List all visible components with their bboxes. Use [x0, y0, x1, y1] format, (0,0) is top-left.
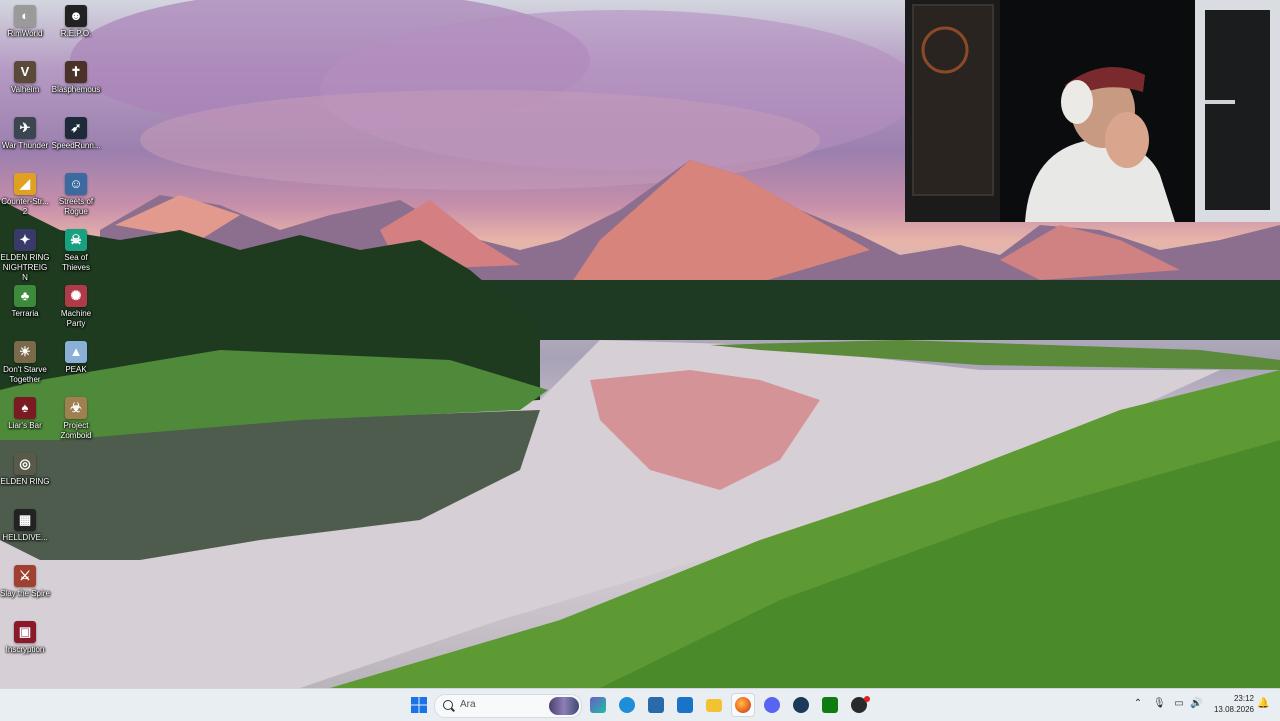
project-zomboid-icon: ☣: [65, 397, 87, 419]
desktop-icon-liars-bar[interactable]: ♠ Liar's Bar: [0, 394, 50, 431]
discord-icon: [764, 697, 780, 713]
elden-ring-icon: ◎: [14, 453, 36, 475]
taskbar-app-file-explorer[interactable]: [702, 693, 726, 717]
streets-of-rogue-icon: ☺: [65, 173, 87, 195]
desktop-icon-sea-of-thieves[interactable]: ☠ Sea of Thieves: [51, 226, 101, 273]
file-explorer-icon: [706, 699, 722, 712]
counter-strike-icon: ◢: [14, 173, 36, 195]
taskbar-search-box[interactable]: Ara: [434, 694, 582, 718]
taskbar-app-store[interactable]: [644, 693, 668, 717]
recording-badge: [864, 696, 870, 702]
speedrunners-icon: ➶: [65, 117, 87, 139]
search-icon: [443, 700, 453, 710]
dont-starve-icon: ☀: [14, 341, 36, 363]
clock-date: 13.08.2026: [1213, 705, 1254, 714]
edge-icon: [619, 697, 635, 713]
windows-start-icon: [411, 697, 427, 713]
taskbar: Ara ⌃ 🎙 ▭ 🔊 23:12 13.08.2026 🔔: [0, 688, 1280, 721]
store-icon: [648, 697, 664, 713]
volume-icon[interactable]: 🔊: [1190, 698, 1202, 710]
taskbar-app-outlook[interactable]: [673, 693, 697, 717]
desktop-icon-elden-ring[interactable]: ◎ ELDEN RING: [0, 450, 50, 487]
microphone-icon[interactable]: 🎙: [1153, 698, 1166, 710]
desktop-icon-nightreign[interactable]: ✦ ELDEN RING NIGHTREIGN: [0, 226, 50, 283]
desktop-icon-valheim[interactable]: V Valheim: [0, 58, 50, 95]
desktop-icon-machine-party[interactable]: ✺ Machine Party: [51, 282, 101, 329]
taskbar-clock[interactable]: 23:12 13.08.2026: [1208, 693, 1254, 715]
desktop-icon-counter-strike[interactable]: ◢ Counter-Str... 2: [0, 170, 50, 217]
desktop-icon-blasphemous[interactable]: ✝ Blasphemous: [51, 58, 101, 95]
slay-the-spire-icon: ⚔: [14, 565, 36, 587]
inscryption-icon: ▣: [14, 621, 36, 643]
desktop-icon-project-zomboid[interactable]: ☣ Project Zomboid: [51, 394, 101, 441]
nightreign-icon: ✦: [14, 229, 36, 251]
repo-icon: ☻: [65, 5, 87, 27]
desktop-icon-dont-starve[interactable]: ☀ Don't Starve Together: [0, 338, 50, 385]
taskbar-app-discord[interactable]: [760, 693, 784, 717]
desktop-icon-helldivers[interactable]: ▦ HELLDIVE...: [0, 506, 50, 543]
desktop-icon-terraria[interactable]: ♣ Terraria: [0, 282, 50, 319]
taskbar-app-edge[interactable]: [615, 693, 639, 717]
clock-time: 23:12: [1233, 694, 1254, 703]
machine-party-icon: ✺: [65, 285, 87, 307]
peak-icon: ▲: [65, 341, 87, 363]
chevron-up-icon[interactable]: ⌃: [1132, 698, 1144, 710]
start-button[interactable]: [407, 693, 431, 717]
blasphemous-icon: ✝: [65, 61, 87, 83]
rimworld-icon: ◐: [14, 5, 36, 27]
webcam-overlay: [905, 0, 1280, 222]
taskbar-app-steam[interactable]: [789, 693, 813, 717]
desktop-icon-inscryption[interactable]: ▣ Inscryption: [0, 618, 50, 655]
terraria-icon: ♣: [14, 285, 36, 307]
liars-bar-icon: ♠: [14, 397, 36, 419]
desktop-icon-streets-of-rogue[interactable]: ☺ Streets of Rogue: [51, 170, 101, 217]
sea-of-thieves-icon: ☠: [65, 229, 87, 251]
firefox-icon: [735, 697, 751, 713]
desktop-icon-peak[interactable]: ▲ PEAK: [51, 338, 101, 375]
taskbar-app-widgets[interactable]: [586, 693, 610, 717]
desktop-icon-slay-the-spire[interactable]: ⚔ Slay the Spire: [0, 562, 50, 599]
desktop-icon-grid: ◐ RimWorld ☻ R.E.P.O. V Valheim ✝ Blasph…: [0, 0, 110, 688]
desktop-icon-repo[interactable]: ☻ R.E.P.O.: [51, 2, 101, 39]
widgets-icon: [590, 697, 606, 713]
desktop-icon-rimworld[interactable]: ◐ RimWorld: [0, 2, 50, 39]
xbox-icon: [822, 697, 838, 713]
steam-icon: [793, 697, 809, 713]
taskbar-app-obs[interactable]: [847, 693, 871, 717]
desktop-icon-speedrunners[interactable]: ➶ SpeedRunn...: [51, 114, 101, 151]
search-placeholder: Ara: [460, 699, 476, 710]
valheim-icon: V: [14, 61, 36, 83]
outlook-icon: [677, 697, 693, 713]
taskbar-app-firefox[interactable]: [731, 693, 755, 717]
desktop-icon-war-thunder[interactable]: ✈ War Thunder: [0, 114, 50, 151]
search-highlight-art: [549, 697, 579, 715]
network-icon[interactable]: ▭: [1173, 698, 1185, 710]
notification-icon[interactable]: 🔔: [1257, 698, 1269, 710]
taskbar-app-xbox[interactable]: [818, 693, 842, 717]
helldivers-icon: ▦: [14, 509, 36, 531]
war-thunder-icon: ✈: [14, 117, 36, 139]
